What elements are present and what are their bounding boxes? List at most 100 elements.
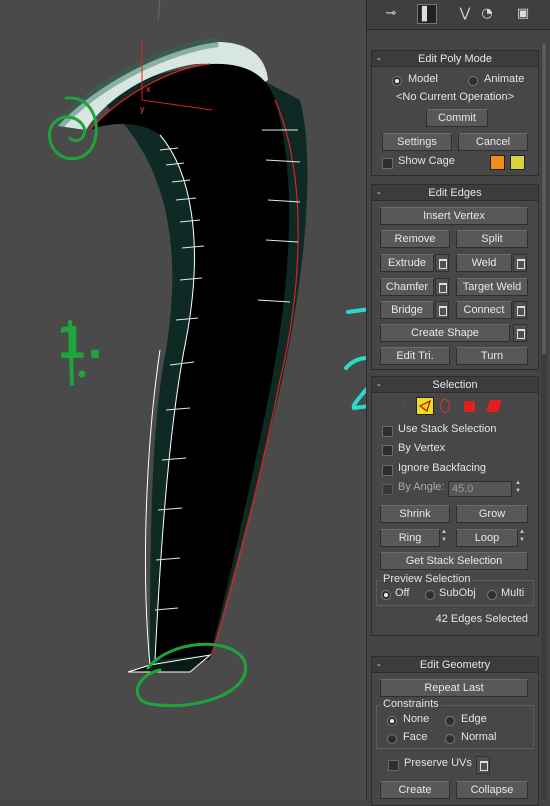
polygon-mode-icon[interactable] [464,401,475,412]
light-icon[interactable]: ◔ [477,4,497,24]
extrude-button[interactable]: Extrude [380,254,434,272]
command-panel-tabs: ⊸ ▌ ⋁ ◔ ▣ [367,0,550,30]
turn-button[interactable]: Turn [456,347,528,365]
rollout-header[interactable]: - Selection [372,377,538,393]
cage-color-swatch-2[interactable] [510,155,525,170]
collapse-icon: - [377,187,381,199]
cancel-button[interactable]: Cancel [458,133,528,151]
display-icon[interactable]: ▣ [513,4,533,24]
current-operation-text: <No Current Operation> [395,91,514,103]
by-angle-spinner[interactable] [515,480,524,498]
collapse-button[interactable]: Collapse [456,781,528,799]
connect-button[interactable]: Connect [456,301,512,319]
use-stack-label: Use Stack Selection [398,423,497,435]
constraint-normal-label: Normal [461,731,497,743]
get-stack-selection-button[interactable]: Get Stack Selection [380,552,528,570]
scrollbar-thumb[interactable] [542,44,546,354]
collapse-icon: - [377,659,381,671]
preview-subobj-radio[interactable] [425,590,435,600]
ring-spinner[interactable] [441,529,450,547]
panel-scrollbar[interactable] [541,44,547,800]
model-label: Model [408,73,438,85]
preserve-uvs-settings-icon[interactable] [476,756,490,774]
modify-tab-icon[interactable]: ▌ [417,4,437,24]
preview-selection-group: Preview Selection Off SubObj Multi [376,573,534,606]
rollout-selection: - Selection ⁚ Use Stack Selection By Vert… [371,376,539,636]
annotation-number-1: 1. [56,318,104,369]
constraint-edge-radio[interactable] [445,716,455,726]
by-angle-input[interactable]: 45.0 [448,481,512,497]
constraint-none-label: None [403,713,430,725]
by-angle-checkbox[interactable] [382,484,393,495]
use-stack-checkbox[interactable] [382,426,393,437]
preview-off-radio[interactable] [381,590,391,600]
rollout-header[interactable]: - Edit Edges [372,185,538,201]
loop-spinner[interactable] [519,529,528,547]
annotation-1: 1. [58,379,60,381]
gizmo-x-label: x [146,84,151,94]
chamfer-settings-icon[interactable] [435,278,449,296]
preview-multi-radio[interactable] [487,590,497,600]
cage-color-swatch-1[interactable] [490,155,505,170]
create-shape-button[interactable]: Create Shape [380,324,510,342]
by-vertex-label: By Vertex [398,442,446,454]
bridge-button[interactable]: Bridge [380,301,434,319]
settings-button[interactable]: Settings [382,133,452,151]
show-cage-checkbox[interactable] [382,158,393,169]
commit-button[interactable]: Commit [426,109,488,127]
chamfer-button[interactable]: Chamfer [380,278,434,296]
preview-multi-label: Multi [501,587,525,599]
app-window: x y 1. ⊸ ▌ ⋁ ◔ ▣ - Edit Poly Mode Model … [0,0,550,806]
rollout-edit-geometry: - Edit Geometry Repeat Last Constraints N… [371,656,539,806]
preview-off-label: Off [395,587,410,599]
by-vertex-checkbox[interactable] [382,445,393,456]
selection-status: 42 Edges Selected [435,613,528,625]
ignore-backfacing-checkbox[interactable] [382,465,393,476]
edge-glyph-icon [419,400,431,412]
hook-front-face [90,63,290,660]
grow-button[interactable]: Grow [456,505,528,523]
rollout-title: Edit Geometry [419,659,491,671]
constraint-normal-radio[interactable] [445,734,455,744]
preview-selection-title: Preview Selection [381,573,473,585]
mesh-scene: x y 1. [48,0,308,708]
insert-vertex-button[interactable]: Insert Vertex [380,207,528,225]
command-panel: ⊸ ▌ ⋁ ◔ ▣ - Edit Poly Mode Model Animate … [366,0,550,806]
subobject-icon[interactable]: ⋁ [455,4,475,24]
constraint-none-radio[interactable] [387,716,397,726]
create-button[interactable]: Create [380,781,450,799]
vertex-mode-icon[interactable]: ⁚ [402,399,416,413]
ignore-backfacing-label: Ignore Backfacing [398,462,487,474]
constraint-edge-label: Edge [461,713,487,725]
viewport-perspective[interactable]: x y 1. [0,0,366,800]
edit-tri-button[interactable]: Edit Tri. [380,347,450,365]
repeat-last-button[interactable]: Repeat Last [380,679,528,697]
rollout-container[interactable]: - Edit Poly Mode Model Animate <No Curren… [371,44,539,806]
bridge-settings-icon[interactable] [435,301,449,319]
element-mode-icon[interactable] [486,400,502,412]
animate-radio[interactable] [468,76,478,86]
ring-button[interactable]: Ring [380,529,440,547]
constraints-title: Constraints [381,698,441,710]
rollout-header[interactable]: - Edit Poly Mode [372,51,538,67]
model-radio[interactable] [392,76,402,86]
preview-subobj-label: SubObj [439,587,476,599]
border-mode-icon[interactable] [440,399,450,413]
preserve-uvs-label: Preserve UVs [404,757,472,769]
remove-button[interactable]: Remove [380,230,450,248]
extrude-settings-icon[interactable] [435,254,449,272]
rollout-title: Edit Poly Mode [418,53,492,65]
weld-settings-icon[interactable] [513,254,527,272]
preserve-uvs-checkbox[interactable] [388,760,399,771]
rollout-header[interactable]: - Edit Geometry [372,657,538,673]
shrink-button[interactable]: Shrink [380,505,450,523]
loop-button[interactable]: Loop [456,529,518,547]
connect-settings-icon[interactable] [513,301,527,319]
constraint-face-radio[interactable] [387,734,397,744]
pin-icon[interactable]: ⊸ [381,4,401,24]
create-shape-settings-icon[interactable] [513,324,527,342]
target-weld-button[interactable]: Target Weld [456,278,528,296]
constraint-face-label: Face [403,731,428,743]
weld-button[interactable]: Weld [456,254,512,272]
split-button[interactable]: Split [456,230,528,248]
